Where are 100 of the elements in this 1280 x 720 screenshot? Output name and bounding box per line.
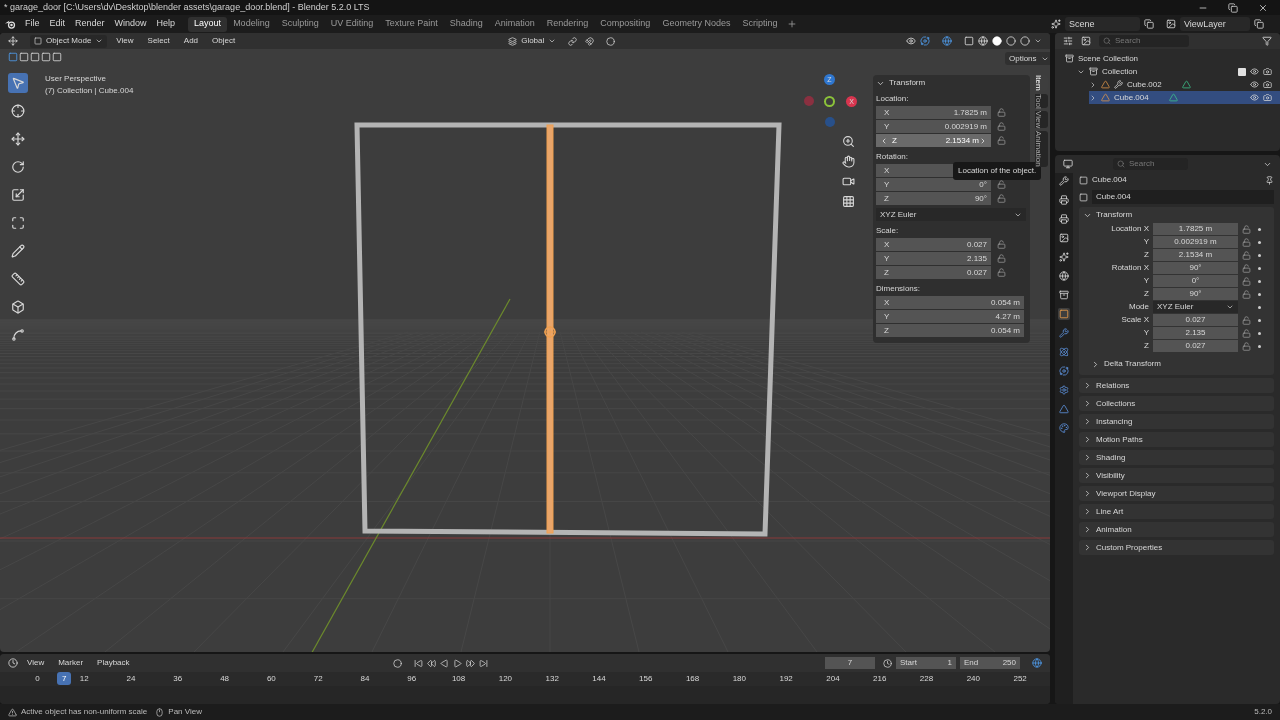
collapsed-panel[interactable]: Viewport Display (1079, 486, 1274, 501)
collapsed-panel[interactable]: Visibility (1079, 468, 1274, 483)
outliner-label: Cube.004 (1114, 91, 1149, 104)
collapsed-panel[interactable]: Motion Paths (1079, 432, 1274, 447)
playhead[interactable]: 7 (57, 672, 72, 685)
end-frame-field[interactable]: End 250 (960, 657, 1020, 669)
start-frame-field[interactable]: Start 1 (896, 657, 956, 669)
options-button[interactable]: Options (1005, 52, 1050, 65)
axis-label: X (884, 164, 891, 177)
outliner-row[interactable]: Cube.004 (1089, 91, 1280, 104)
menu-item[interactable]: Edit (44, 17, 71, 31)
collapsed-panel[interactable]: Animation (1079, 522, 1274, 537)
value-field[interactable]: 0.002919 m (1153, 236, 1238, 248)
mode-dropdown[interactable]: XYZ Euler (1153, 301, 1238, 313)
value-field[interactable]: X 0.054 m (876, 296, 1024, 309)
workspace-tab[interactable]: Geometry Nodes (656, 16, 737, 32)
workspace-tab[interactable]: Layout (188, 16, 228, 32)
value-field[interactable]: Y 0° (876, 178, 991, 191)
value-field[interactable]: X 0.027 (876, 238, 991, 251)
frame-tick-label: 48 (220, 673, 230, 685)
frame-tick-label: 36 (173, 673, 183, 685)
value-field[interactable]: Z 0.054 m (876, 324, 1024, 337)
menu-item[interactable]: Object (207, 35, 241, 47)
rotation-mode-dropdown[interactable]: XYZ Euler (876, 208, 1026, 221)
view-layer-field[interactable]: ViewLayer (1180, 17, 1250, 31)
value-field[interactable]: Z 2.1534 m (876, 134, 991, 147)
frame-tick-label: 240 (966, 673, 980, 685)
outliner-row[interactable]: Scene Collection (1065, 52, 1280, 65)
workspace-tab[interactable]: Sculpting (275, 16, 325, 32)
menu-item[interactable]: Render (70, 17, 110, 31)
collapsed-panel[interactable]: Relations (1079, 378, 1274, 393)
menu-item[interactable]: Select (142, 35, 175, 47)
workspace-tab[interactable]: UV Editing (324, 16, 380, 32)
menu-item[interactable]: Window (109, 17, 152, 31)
value-field[interactable]: X 1.7825 m (876, 106, 991, 119)
panel-title[interactable]: Transform (889, 77, 926, 89)
collapsed-panel[interactable]: Instancing (1079, 414, 1274, 429)
workspace-tab[interactable]: Animation (488, 16, 541, 32)
collapsed-panel[interactable]: Custom Properties (1079, 540, 1274, 555)
sidebar-tab[interactable]: View (1035, 111, 1048, 129)
value-field[interactable]: Z 90° (876, 192, 991, 205)
frame-tick-label: 24 (126, 673, 136, 685)
field-value: 0.054 m (991, 324, 1020, 337)
value-field[interactable]: Z 0.027 (876, 266, 991, 279)
current-frame-field[interactable]: 7 (825, 657, 875, 669)
collapsed-panel[interactable]: Collections (1079, 396, 1274, 411)
menu-item[interactable]: Add (178, 35, 204, 47)
value-field[interactable]: 2.135 (1153, 327, 1238, 339)
workspace-tab[interactable]: Scripting (736, 16, 784, 32)
value-field[interactable]: 0.027 (1153, 340, 1238, 352)
workspace-tab[interactable]: Texture Paint (379, 16, 444, 32)
frame-tick-label: 144 (592, 673, 606, 685)
workspace-tab[interactable]: Modeling (227, 16, 276, 32)
mode-dropdown[interactable]: Object Mode (30, 34, 108, 48)
frame-tick-label: 192 (779, 673, 793, 685)
workspace-tab[interactable]: Rendering (540, 16, 595, 32)
field-value: 2.135 (966, 252, 987, 265)
value-field[interactable]: Y 2.135 (876, 252, 991, 265)
axis-label: Z (884, 192, 890, 205)
scene-field[interactable]: Scene (1065, 17, 1140, 31)
value-field[interactable]: 90° (1153, 288, 1238, 300)
value-field[interactable]: 90° (1153, 262, 1238, 274)
outliner-row[interactable]: Cube.002 (1089, 78, 1280, 91)
value-field[interactable]: 1.7825 m (1153, 223, 1238, 235)
name-field[interactable]: Cube.004 (1092, 190, 1274, 204)
value-field[interactable]: 2.1534 m (1153, 249, 1238, 261)
menu-item[interactable]: Marker (53, 657, 89, 669)
value-field[interactable]: 0.027 (1153, 314, 1238, 326)
value-field[interactable]: Y 4.27 m (876, 310, 1024, 323)
collapsed-panel[interactable]: Line Art (1079, 504, 1274, 519)
property-label: Scale X (1120, 314, 1149, 326)
outliner-row[interactable]: Collection (1077, 65, 1280, 78)
workspace-tab[interactable]: Compositing (594, 16, 657, 32)
sidebar-tab[interactable]: Tool (1035, 93, 1048, 109)
menu-item[interactable]: View (22, 657, 50, 669)
menu-item[interactable]: Playback (92, 657, 135, 669)
subpanel-title[interactable]: Delta Transform (1104, 358, 1161, 370)
value-field[interactable]: 0° (1153, 275, 1238, 287)
search-field[interactable]: Search (1113, 158, 1188, 170)
frame-tick-label: 216 (873, 673, 887, 685)
search-field[interactable]: Search (1099, 35, 1189, 47)
property-label: Z (1143, 249, 1149, 261)
menu-item[interactable]: File (20, 17, 45, 31)
field-value: 4.27 m (995, 310, 1020, 323)
frame-tick-label: 108 (451, 673, 466, 685)
field-value: 2.1534 m (945, 134, 979, 147)
value-field[interactable]: Y 0.002919 m (876, 120, 991, 133)
frame-tick-label: 0 (35, 673, 40, 685)
workspace-tab[interactable]: Shading (443, 16, 489, 32)
panel-title[interactable]: Transform (1096, 209, 1133, 221)
field-value: 0.027 (966, 238, 987, 251)
menu-item[interactable]: Help (151, 17, 181, 31)
frame-tick-label: 228 (919, 673, 934, 685)
frame-tick-label: 12 (79, 673, 89, 685)
property-label: Y (1142, 275, 1149, 287)
frame-tick-label: 120 (498, 673, 513, 685)
orientation-dropdown[interactable]: Global (521, 35, 557, 47)
sidebar-tab[interactable]: Animation (1035, 131, 1048, 168)
menu-item[interactable]: View (111, 35, 139, 47)
collapsed-panel[interactable]: Shading (1079, 450, 1274, 465)
